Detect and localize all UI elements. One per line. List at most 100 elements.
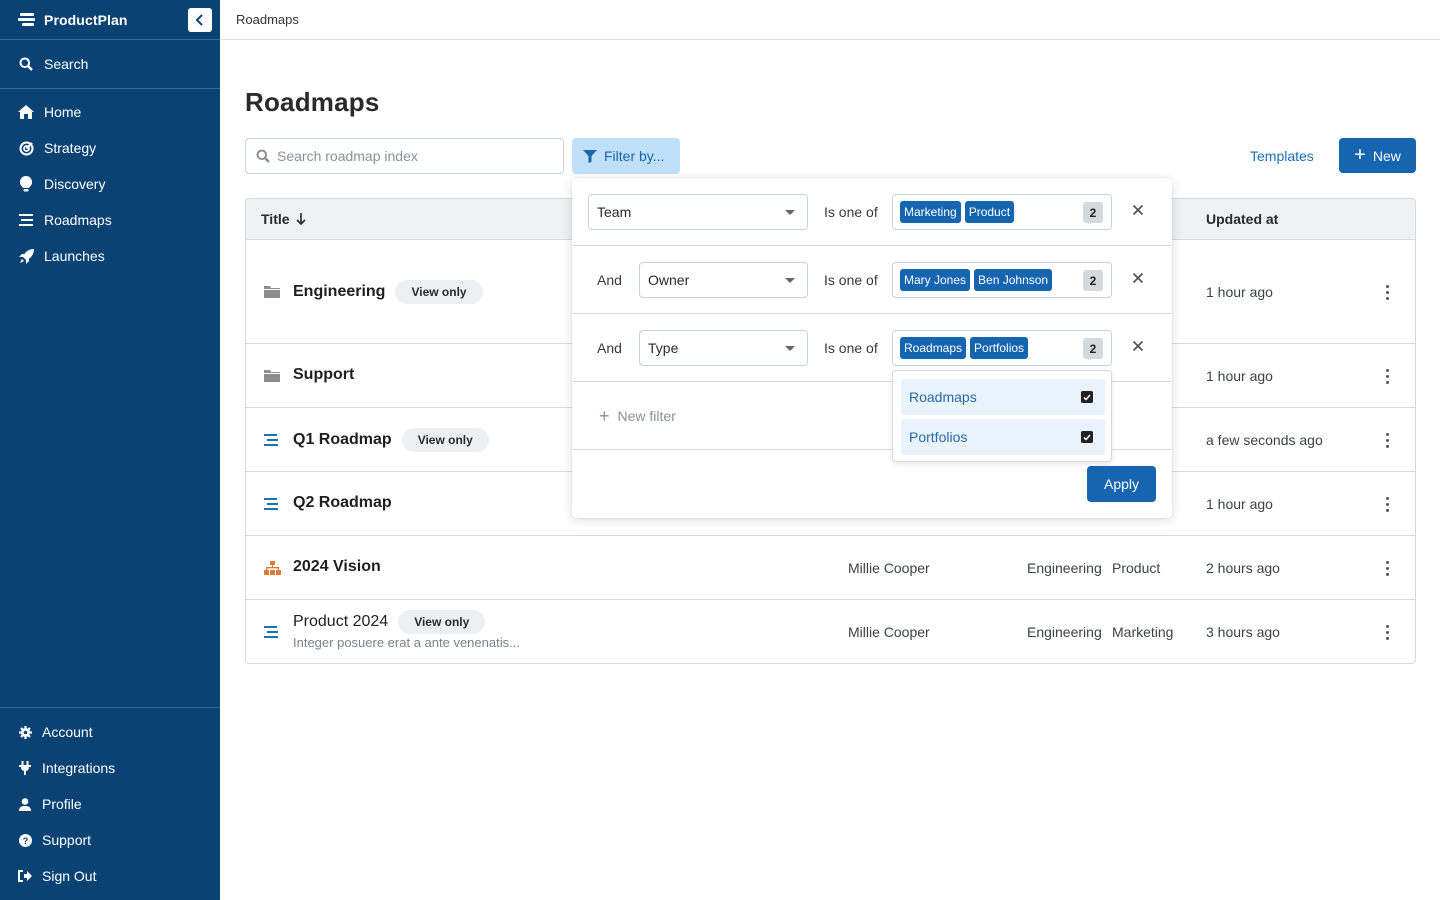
- updated-at: 2 hours ago: [1206, 560, 1280, 576]
- row-title[interactable]: Q2 Roadmap: [293, 494, 392, 512]
- checkbox-checked[interactable]: [1081, 431, 1093, 443]
- templates-link[interactable]: Templates: [1250, 148, 1314, 164]
- sort-arrow-down-icon: [295, 213, 306, 225]
- row-menu-icon[interactable]: [1386, 561, 1390, 576]
- sidebar-item-home[interactable]: Home: [0, 94, 220, 130]
- row-menu-icon[interactable]: [1386, 433, 1390, 448]
- sidebar-search[interactable]: Search: [0, 40, 220, 89]
- sidebar-search-label: Search: [44, 56, 89, 72]
- filter-field-select[interactable]: Team: [588, 194, 808, 230]
- sidebar-item-sign-out[interactable]: Sign Out: [0, 858, 220, 894]
- sidebar-item-label: Account: [42, 724, 93, 740]
- sidebar-item-label: Sign Out: [42, 868, 97, 884]
- option-label: Roadmaps: [909, 389, 977, 405]
- updated-at: 3 hours ago: [1206, 624, 1280, 640]
- sidebar-item-label: Launches: [44, 248, 105, 264]
- filter-field-select[interactable]: Owner: [639, 262, 808, 298]
- row-title[interactable]: Support: [293, 366, 354, 384]
- view-only-badge: View only: [401, 428, 489, 452]
- sidebar: ProductPlan Search Home Strategy Discove…: [0, 0, 220, 900]
- dropdown-option-portfolios[interactable]: Portfolios: [901, 419, 1105, 455]
- table-row[interactable]: Product 2024 View only Integer posuere e…: [246, 600, 1415, 663]
- sidebar-item-discovery[interactable]: Discovery: [0, 166, 220, 202]
- filter-conjunction: And: [597, 272, 622, 288]
- sidebar-item-profile[interactable]: Profile: [0, 786, 220, 822]
- caret-down-icon: [785, 210, 795, 215]
- sidebar-item-label: Home: [44, 104, 82, 120]
- filter-row-owner: And Owner Is one of Mary Jones Ben Johns…: [572, 246, 1172, 314]
- new-filter-label: New filter: [617, 408, 676, 424]
- rocket-icon: [18, 248, 34, 264]
- portfolio-hierarchy-icon: [264, 561, 281, 575]
- row-menu-icon[interactable]: [1386, 285, 1390, 300]
- sidebar-item-label: Profile: [42, 796, 82, 812]
- filter-field-value: Owner: [648, 272, 690, 288]
- sidebar-item-integrations[interactable]: Integrations: [0, 750, 220, 786]
- sidebar-item-strategy[interactable]: Strategy: [0, 130, 220, 166]
- sidebar-item-account[interactable]: Account: [0, 714, 220, 750]
- page-title: Roadmaps: [245, 87, 380, 117]
- checkbox-checked[interactable]: [1081, 391, 1093, 403]
- selected-count-badge: 2: [1083, 202, 1103, 223]
- team-tag: Engineering: [1027, 560, 1102, 576]
- checkmark-icon: [1083, 394, 1091, 401]
- remove-filter-close-icon[interactable]: [1132, 340, 1144, 352]
- owner: Millie Cooper: [848, 560, 930, 576]
- updated-at: a few seconds ago: [1206, 432, 1323, 448]
- roadmap-icon: [264, 498, 278, 510]
- filter-by-button[interactable]: Filter by...: [572, 138, 680, 174]
- filter-conjunction: And: [597, 340, 622, 356]
- updated-at: 1 hour ago: [1206, 284, 1273, 300]
- sidebar-item-launches[interactable]: Launches: [0, 238, 220, 274]
- roadmap-icon: [264, 626, 278, 638]
- plus-icon: +: [599, 406, 610, 426]
- collapse-sidebar-button[interactable]: [188, 8, 212, 32]
- view-only-badge: View only: [398, 610, 486, 634]
- chevron-left-icon: [195, 14, 203, 26]
- selected-count-badge: 2: [1083, 338, 1103, 359]
- new-button-label: New: [1372, 147, 1401, 164]
- filter-popover: Team Is one of Marketing Product 2 And O…: [572, 178, 1172, 518]
- type-options-dropdown: Roadmaps Portfolios: [892, 370, 1112, 462]
- remove-filter-close-icon[interactable]: [1132, 204, 1144, 216]
- row-menu-icon[interactable]: [1386, 625, 1390, 640]
- value-chip: Product: [964, 201, 1015, 223]
- sidebar-item-label: Roadmaps: [44, 212, 112, 228]
- new-filter-button[interactable]: + New filter: [599, 407, 676, 425]
- sidebar-bottom-nav: Account Integrations Profile ? Support S…: [0, 707, 220, 894]
- apply-filters-button[interactable]: Apply: [1087, 466, 1156, 502]
- row-title[interactable]: 2024 Vision: [293, 558, 381, 576]
- filter-field-select[interactable]: Type: [639, 330, 808, 366]
- folder-icon: [264, 285, 280, 298]
- remove-filter-close-icon[interactable]: [1132, 272, 1144, 284]
- column-header-updated[interactable]: Updated at: [1206, 211, 1278, 227]
- row-title[interactable]: Engineering: [293, 283, 385, 301]
- dropdown-option-roadmaps[interactable]: Roadmaps: [901, 379, 1105, 415]
- gear-icon: [18, 725, 32, 739]
- filter-funnel-icon: [583, 149, 597, 163]
- question-circle-icon: ?: [18, 833, 32, 847]
- row-menu-icon[interactable]: [1386, 497, 1390, 512]
- filter-values-select[interactable]: Mary Jones Ben Johnson 2: [892, 262, 1112, 298]
- row-title[interactable]: Product 2024: [293, 613, 388, 631]
- sidebar-nav: Home Strategy Discovery Roadmaps Launche…: [0, 89, 220, 274]
- team-tag: Marketing: [1112, 624, 1174, 640]
- plus-icon: +: [1354, 143, 1366, 166]
- sidebar-item-roadmaps[interactable]: Roadmaps: [0, 202, 220, 238]
- row-menu-icon[interactable]: [1386, 369, 1390, 384]
- sidebar-item-support[interactable]: ? Support: [0, 822, 220, 858]
- filter-values-select[interactable]: Marketing Product 2: [892, 194, 1112, 230]
- filter-field-value: Type: [648, 340, 679, 356]
- new-roadmap-button[interactable]: + New: [1339, 138, 1416, 173]
- column-header-title[interactable]: Title: [261, 211, 306, 227]
- top-bar: Roadmaps: [220, 0, 1440, 40]
- row-title[interactable]: Q1 Roadmap: [293, 431, 392, 449]
- caret-down-icon: [785, 278, 795, 283]
- brand-header: ProductPlan: [0, 0, 220, 40]
- user-icon: [19, 797, 31, 811]
- sidebar-item-label: Discovery: [44, 176, 106, 192]
- roadmap-search-input[interactable]: [277, 148, 547, 164]
- filter-field-value: Team: [597, 204, 632, 220]
- filter-values-select[interactable]: Roadmaps Portfolios 2: [892, 330, 1112, 366]
- table-row[interactable]: 2024 Vision Millie Cooper Engineering Pr…: [246, 536, 1415, 600]
